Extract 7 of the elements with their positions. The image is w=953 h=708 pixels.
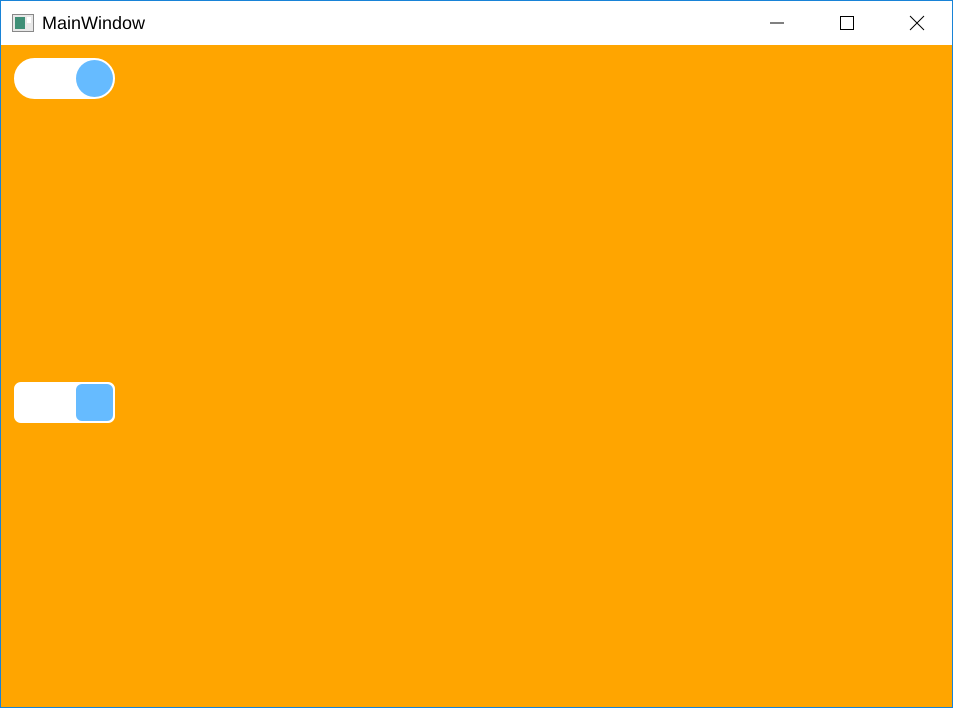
close-icon: [909, 15, 925, 31]
toggle-switch[interactable]: [14, 58, 115, 99]
app-icon: [12, 14, 34, 32]
toggle-switch[interactable]: [14, 382, 115, 423]
minimize-icon: [769, 22, 785, 24]
window-title: MainWindow: [42, 12, 146, 34]
maximize-icon: [839, 15, 855, 31]
